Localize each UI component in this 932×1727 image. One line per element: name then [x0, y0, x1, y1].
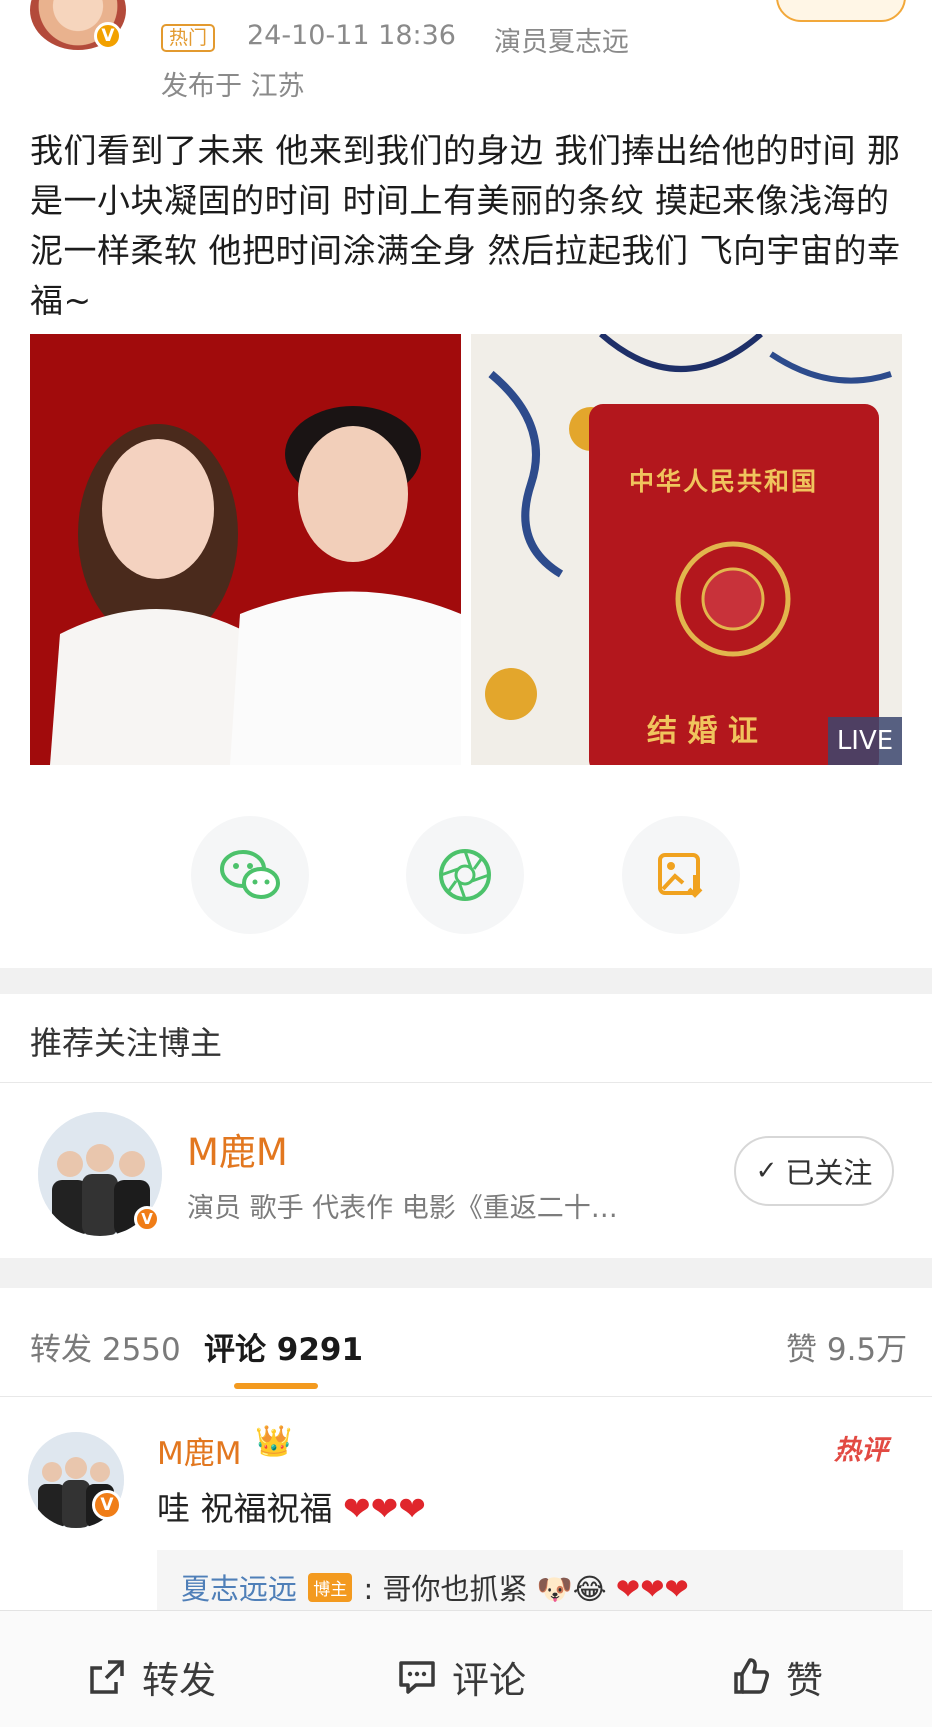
blogger-tag: 博主 [308, 1573, 353, 1602]
comment-button[interactable]: 评论 [396, 1650, 526, 1704]
hot-comment-badge: 热评 [834, 1435, 888, 1466]
post-source: 演员夏志远 [494, 27, 629, 58]
thumbs-up-icon [734, 1658, 769, 1694]
section-divider [0, 1258, 932, 1288]
certificate-country-text: 中华人民共和国 [629, 467, 819, 496]
crown-icon: 👑 [255, 1424, 293, 1459]
followed-label: 已关注 [785, 1156, 873, 1190]
certificate-title-text: 结 婚 证 [647, 714, 758, 749]
like-label: 赞 [786, 1659, 823, 1702]
emoji-icon: 🐶😂 [536, 1572, 607, 1606]
comment-label: 评论 [452, 1659, 526, 1702]
reply-text: : 哥你也抓紧 [363, 1572, 528, 1606]
share-moments-button[interactable] [406, 816, 524, 934]
verified-badge-icon: V [92, 1490, 122, 1520]
section-divider [0, 968, 932, 994]
repost-icon [90, 1660, 124, 1694]
like-button[interactable]: 赞 [730, 1650, 823, 1704]
verified-badge-icon: V [94, 22, 122, 50]
reply-author-name[interactable]: 夏志远远 [181, 1572, 297, 1606]
post-text: 我们看到了未来 他来到我们的身边 我们捧出给他的时间 那是一小块凝固的时间 时间… [30, 131, 901, 320]
post-location: 发布于 江苏 [161, 71, 305, 102]
tab-active-indicator [234, 1383, 318, 1389]
tab-like[interactable]: 赞 9.5万 [786, 1324, 907, 1369]
divider-line [0, 1396, 932, 1397]
divider-line [0, 1082, 932, 1083]
comment-text-body: 哇 祝福祝福 [157, 1489, 333, 1528]
comment-author-name[interactable]: M鹿M [157, 1428, 242, 1473]
heart-icon: ❤❤❤ [343, 1489, 426, 1528]
check-icon: ✓ [755, 1156, 778, 1186]
save-image-button[interactable] [622, 816, 740, 934]
follow-button[interactable] [776, 0, 906, 22]
followed-button[interactable]: ✓ 已关注 [734, 1136, 894, 1206]
photo-couple[interactable] [30, 334, 461, 765]
comment-text: 哇 祝福祝福 ❤❤❤ [157, 1482, 426, 1530]
hot-badge: 热门 [161, 24, 216, 52]
photo-marriage-certificate[interactable]: 中华人民共和国 结 婚 证 LIVE [471, 334, 902, 765]
repost-label: 转发 [142, 1659, 216, 1702]
post-timestamp: 24-10-11 18:36 [247, 20, 456, 51]
heart-icon: ❤❤❤ [615, 1572, 689, 1606]
moments-icon [439, 849, 491, 901]
tab-comment[interactable]: 评论 9291 [204, 1324, 363, 1369]
recommend-desc: 演员 歌手 代表作 电影《重返二十… [187, 1193, 618, 1224]
verified-badge-icon: V [134, 1206, 160, 1232]
reply-line: 夏志远远 博主 : 哥你也抓紧 🐶😂 ❤❤❤ [181, 1566, 689, 1608]
wechat-icon [220, 850, 280, 899]
recommend-name[interactable]: M鹿M [187, 1122, 288, 1176]
share-wechat-button[interactable] [191, 816, 309, 934]
comment-icon [399, 1661, 435, 1694]
repost-button[interactable]: 转发 [86, 1650, 216, 1704]
save-image-icon [658, 853, 703, 898]
tab-repost[interactable]: 转发 2550 [30, 1324, 181, 1369]
live-photo-badge: LIVE [828, 717, 902, 765]
recommend-title: 推荐关注博主 [30, 1024, 223, 1062]
